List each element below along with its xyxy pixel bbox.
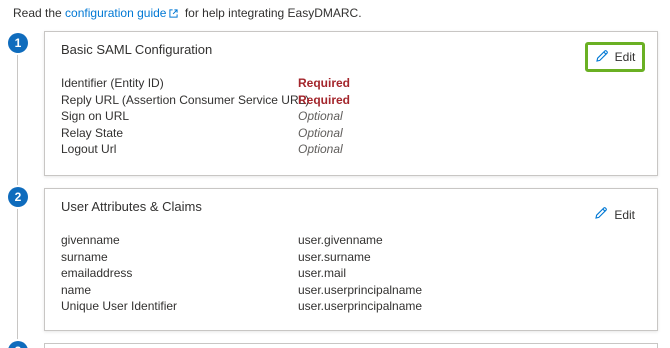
- claim-row-value: user.userprincipalname: [298, 282, 423, 297]
- saml-row-value: Required: [298, 76, 351, 90]
- claim-row: surname user.surname: [61, 249, 422, 266]
- intro-prefix: Read the: [13, 6, 62, 20]
- saml-row-value: Optional: [298, 142, 343, 156]
- edit-label: Edit: [614, 207, 635, 222]
- intro-text: Read the configuration guide for help in…: [13, 5, 362, 22]
- claim-row: Unique User Identifier user.userprincipa…: [61, 298, 422, 315]
- saml-row-key: Sign on URL: [61, 109, 130, 123]
- basic-saml-edit-button[interactable]: Edit: [585, 42, 645, 72]
- saml-row-key: Reply URL (Assertion Consumer Service UR…: [61, 92, 310, 107]
- claim-row-value: user.userprincipalname: [298, 299, 423, 313]
- claim-row-value: user.givenname: [298, 233, 383, 247]
- user-attributes-title: User Attributes & Claims: [61, 199, 202, 214]
- saml-setup-page: Read the configuration guide for help in…: [0, 0, 670, 348]
- saml-row: Identifier (Entity ID) Required: [61, 75, 350, 92]
- basic-saml-title: Basic SAML Configuration: [61, 42, 213, 57]
- claim-row-value: user.mail: [298, 266, 347, 280]
- claim-row: name user.userprincipalname: [61, 282, 422, 299]
- external-link-icon: [169, 6, 179, 22]
- claim-row-key: surname: [61, 249, 108, 264]
- pencil-icon: [594, 206, 608, 223]
- pencil-icon: [595, 49, 609, 66]
- claim-row-key: name: [61, 282, 92, 297]
- configuration-guide-link[interactable]: configuration guide: [65, 6, 166, 20]
- claim-row-value: user.surname: [298, 249, 371, 264]
- claim-row-key: emailaddress: [61, 266, 133, 280]
- step-3-badge: 3: [8, 341, 28, 348]
- saml-row: Reply URL (Assertion Consumer Service UR…: [61, 92, 350, 109]
- next-section-card: [44, 343, 658, 348]
- claim-row: givenname user.givenname: [61, 232, 422, 249]
- claim-row-key: givenname: [61, 233, 120, 247]
- saml-row-value: Optional: [298, 109, 343, 123]
- saml-row-key: Identifier (Entity ID): [61, 76, 164, 90]
- saml-row: Relay State Optional: [61, 125, 350, 142]
- intro-suffix: for help integrating EasyDMARC.: [184, 6, 362, 20]
- saml-row-key: Logout Url: [61, 142, 117, 156]
- edit-label: Edit: [614, 50, 636, 64]
- claim-row-key: Unique User Identifier: [61, 299, 178, 313]
- saml-row-value: Required: [298, 92, 351, 107]
- saml-row-value: Optional: [298, 125, 343, 140]
- saml-row-key: Relay State: [61, 125, 124, 140]
- basic-saml-card: Basic SAML Configuration Edit Identifier…: [44, 31, 658, 176]
- claim-row: emailaddress user.mail: [61, 265, 422, 282]
- step-2-badge: 2: [8, 187, 28, 207]
- step-1-badge: 1: [8, 33, 28, 53]
- saml-row: Sign on URL Optional: [61, 108, 350, 125]
- saml-row: Logout Url Optional: [61, 141, 350, 158]
- basic-saml-rows: Identifier (Entity ID) Required Reply UR…: [61, 75, 350, 158]
- user-attributes-card: User Attributes & Claims Edit givenname …: [44, 188, 658, 331]
- user-attributes-rows: givenname user.givenname surname user.su…: [61, 232, 422, 315]
- user-attributes-edit-button[interactable]: Edit: [594, 206, 635, 223]
